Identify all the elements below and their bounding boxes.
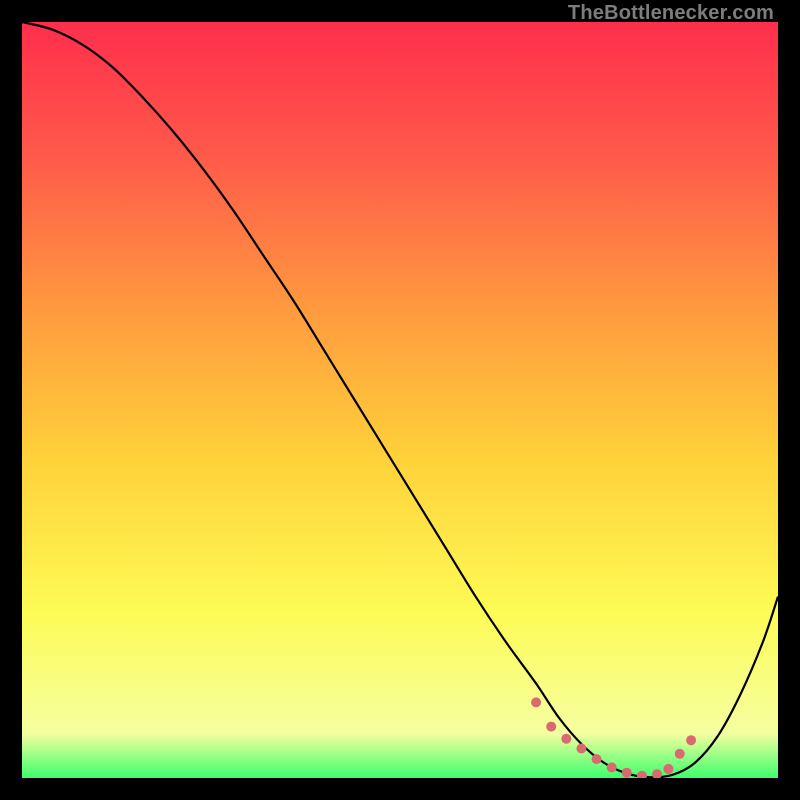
optimal-dot <box>561 734 571 744</box>
bottleneck-chart <box>22 22 778 778</box>
optimal-dot <box>576 744 586 754</box>
optimal-dot <box>686 735 696 745</box>
optimal-dot <box>663 764 673 774</box>
optimal-dot <box>675 749 685 759</box>
optimal-dot <box>531 697 541 707</box>
gradient-background <box>22 22 778 778</box>
chart-frame: TheBottlenecker.com <box>0 0 800 800</box>
optimal-dot <box>622 768 632 778</box>
optimal-dot <box>592 754 602 764</box>
optimal-dot <box>546 722 556 732</box>
optimal-dot <box>607 762 617 772</box>
